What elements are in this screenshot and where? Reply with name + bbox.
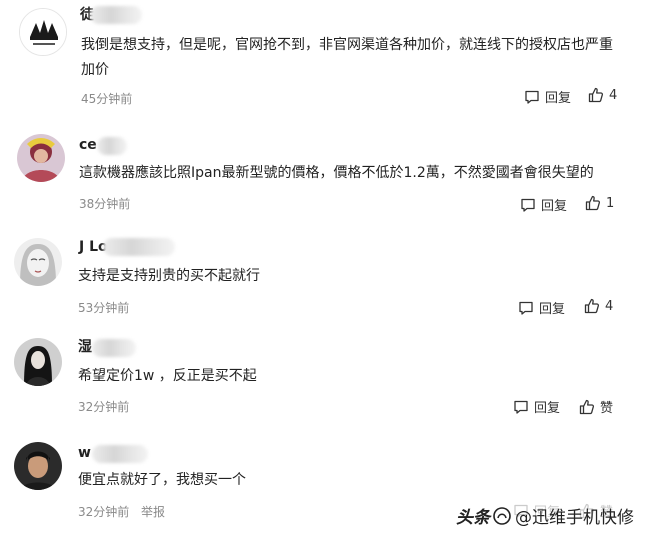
thumbs-up-icon [588, 87, 604, 103]
reply-label: 回复 [541, 199, 568, 214]
reply-label: 回复 [539, 302, 566, 317]
comment-text: 這款機器應該比照Ipan最新型號的價格，價格不低於1.2萬，不然愛國者會很失望的 [79, 165, 594, 181]
reply-icon [525, 90, 539, 104]
comment-text: 希望定价1w ，反正是买不起 [78, 368, 257, 384]
username-redaction [90, 6, 142, 24]
reply-button[interactable]: 回复 [518, 298, 565, 317]
avatar[interactable] [14, 238, 62, 286]
thumbs-up-icon [584, 298, 600, 314]
username[interactable]: 湿 [78, 337, 92, 357]
reply-label: 回复 [534, 401, 561, 416]
comment-time: 53分钟前 [78, 301, 130, 315]
thumbs-up-icon [579, 399, 595, 414]
comment-text: 便宜点就好了，我想买一个 [78, 472, 246, 488]
username[interactable]: w [78, 443, 91, 463]
reply-icon [514, 400, 528, 414]
username[interactable]: ce [79, 135, 97, 155]
comment-text: 我倒是想支持，但是呢，官网抢不到，非官网渠道各种加价，就连线下的授权店也严重加价 [81, 37, 613, 78]
reply-icon [521, 198, 535, 212]
reply-button[interactable]: 回复 [524, 87, 571, 106]
username-redaction [103, 238, 175, 256]
watermark-account: @迅维手机快修 [515, 508, 634, 528]
reply-button[interactable]: 回复 [513, 397, 560, 416]
like-count: 4 [605, 298, 614, 314]
avatar[interactable] [14, 338, 62, 386]
like-button[interactable]: 4 [588, 87, 617, 103]
watermark-logo-icon [493, 506, 511, 525]
comment-time: 38分钟前 [79, 197, 131, 211]
watermark: 头条 @迅维手机快修 [456, 503, 634, 528]
username-redaction [92, 339, 136, 357]
avatar[interactable] [14, 442, 62, 490]
like-button[interactable]: 1 [585, 195, 614, 211]
like-count: 4 [609, 87, 618, 103]
thumbs-up-icon [585, 195, 601, 211]
comment-time: 32分钟前 [78, 400, 130, 414]
comment-text: 支持是支持别贵的买不起就行 [78, 268, 260, 284]
username-redaction [97, 137, 127, 155]
reply-label: 回复 [545, 91, 572, 106]
like-button[interactable]: 4 [584, 298, 613, 314]
like-button[interactable]: 赞 [579, 397, 613, 416]
like-label: 赞 [600, 401, 614, 416]
like-count: 1 [606, 195, 615, 211]
reply-icon [519, 301, 533, 315]
comment-time: 32分钟前 [78, 505, 130, 519]
avatar[interactable] [19, 8, 67, 56]
avatar[interactable] [17, 134, 65, 182]
watermark-brand: 头条 [456, 508, 490, 528]
report-link[interactable]: 举报 [141, 503, 165, 520]
username-redaction [92, 445, 148, 463]
comment-time: 45分钟前 [81, 92, 133, 106]
reply-button[interactable]: 回复 [520, 195, 567, 214]
